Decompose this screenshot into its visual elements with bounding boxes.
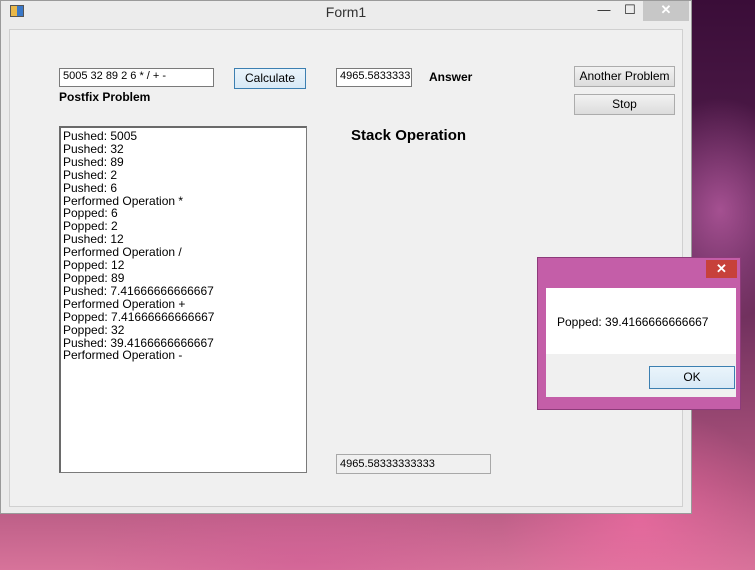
log-line[interactable]: Pushed: 89 — [63, 155, 304, 169]
minimize-button[interactable]: — — [591, 1, 617, 21]
calculate-button[interactable]: Calculate — [234, 68, 306, 89]
log-line[interactable]: Pushed: 32 — [63, 143, 304, 156]
log-line[interactable]: Performed Operation + — [63, 297, 304, 311]
title-bar[interactable]: Form1 — ☐ ✕ — [1, 1, 691, 23]
log-line[interactable]: Pushed: 5005 — [63, 130, 304, 143]
stop-button[interactable]: Stop — [574, 94, 675, 115]
answer-label: Answer — [429, 70, 473, 84]
dialog-close-button[interactable]: ✕ — [706, 260, 737, 278]
log-line[interactable]: Pushed: 7.41666666666667 — [63, 284, 304, 298]
dialog-message: Popped: 39.4166666666667 — [557, 315, 709, 329]
message-dialog: ✕ Popped: 39.4166666666667 OK — [537, 257, 741, 410]
log-line[interactable]: Popped: 7.41666666666667 — [63, 310, 304, 324]
dialog-footer: OK — [546, 354, 736, 397]
ok-button[interactable]: OK — [649, 366, 735, 389]
log-line[interactable]: Pushed: 2 — [63, 168, 304, 182]
log-line[interactable]: Popped: 89 — [63, 272, 304, 285]
stack-operation-heading: Stack Operation — [351, 127, 467, 144]
another-problem-button[interactable]: Another Problem — [574, 66, 675, 87]
log-line[interactable]: Popped: 32 — [63, 323, 304, 337]
log-line[interactable]: Pushed: 6 — [63, 181, 304, 195]
postfix-problem-label: Postfix Problem — [59, 90, 151, 104]
maximize-button[interactable]: ☐ — [617, 1, 643, 21]
dialog-body: Popped: 39.4166666666667 — [546, 288, 736, 354]
postfix-problem-input[interactable]: 5005 32 89 2 6 * / + - — [59, 68, 214, 87]
answer-field[interactable]: 4965.5833333 — [336, 68, 412, 87]
window-title: Form1 — [325, 4, 367, 20]
log-line[interactable]: Performed Operation - — [63, 349, 304, 362]
result-display-field: 4965.58333333333 — [336, 454, 491, 474]
stack-log-listbox[interactable]: Pushed: 5005 Pushed: 32 Pushed: 89 Pushed: … — [59, 126, 307, 473]
stack-log-list: Pushed: 5005 Pushed: 32 Pushed: 89 Pushed: … — [63, 130, 304, 362]
close-button[interactable]: ✕ — [643, 1, 689, 21]
